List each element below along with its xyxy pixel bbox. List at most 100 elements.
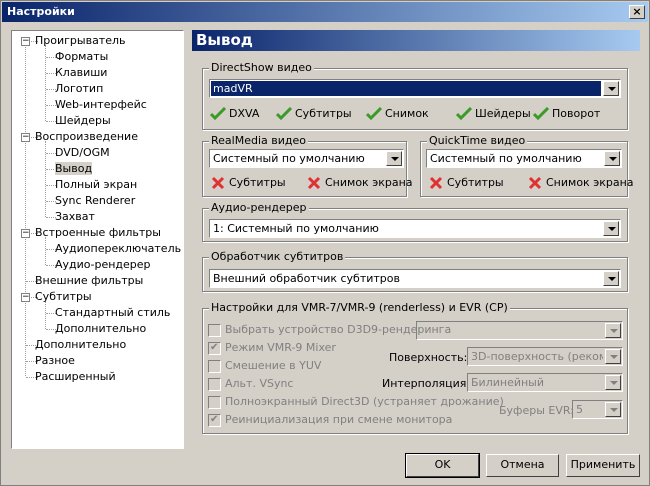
tree-item[interactable]: Стандартный стиль xyxy=(55,305,170,320)
vmr-option[interactable]: Выбрать устройство D3D9-рендеринга xyxy=(208,323,451,337)
checkbox[interactable] xyxy=(208,323,221,337)
tree-item[interactable]: Проигрыватель xyxy=(35,33,126,48)
collapse-icon[interactable]: − xyxy=(21,229,30,238)
tree-item-label: Стандартный стиль xyxy=(55,306,171,319)
tree-item[interactable]: Логотип xyxy=(55,81,103,96)
tree-item[interactable]: Дополнительно xyxy=(35,337,126,352)
vmr-option-label: Полноэкранный Direct3D (устраняет дрожан… xyxy=(225,395,504,408)
check-icon xyxy=(533,107,549,121)
subtitle-handler-select[interactable]: Внешний обработчик субтитров xyxy=(209,269,621,288)
status-directshow-2: Снимок xyxy=(366,106,429,122)
quicktime-select[interactable]: Системный по умолчанию xyxy=(426,149,622,168)
status-directshow-4: Поворот xyxy=(533,106,600,122)
status-label: Шейдеры xyxy=(475,107,531,120)
tree-item-label: Встроенные фильтры xyxy=(35,226,161,239)
settings-tree[interactable]: − Проигрыватель Форматы Клавиши Логотип Web-и… xyxy=(11,30,184,449)
status-directshow-3: Шейдеры xyxy=(456,106,531,122)
status-label: Поворот xyxy=(552,107,601,120)
checkbox[interactable] xyxy=(208,359,221,373)
window-title: Настройки xyxy=(7,5,75,18)
vmr-option[interactable]: Полноэкранный Direct3D (устраняет дрожан… xyxy=(208,395,504,409)
tree-item-label: Аудиопереключатель xyxy=(55,242,182,255)
tree-item[interactable]: Воспроизведение xyxy=(35,129,138,144)
tree-item-label: Дополнительно xyxy=(35,338,127,351)
vmr-option-label: Режим VMR-9 Mixer xyxy=(225,341,336,354)
tree-item[interactable]: Полный экран xyxy=(55,177,137,192)
chevron-down-icon[interactable] xyxy=(604,151,620,166)
status-quicktime-0: Субтитры xyxy=(428,175,504,191)
collapse-icon[interactable]: − xyxy=(21,37,30,46)
apply-button[interactable]: Применить xyxy=(566,454,640,477)
checkbox[interactable] xyxy=(208,413,221,427)
audio-renderer-select[interactable]: 1: Системный по умолчанию xyxy=(209,219,621,238)
tree-item[interactable]: Аудио-рендерер xyxy=(55,257,151,272)
status-label: Снимок экрана xyxy=(546,176,634,189)
tree-root-line xyxy=(25,40,26,376)
vmr-option-label: Выбрать устройство D3D9-рендеринга xyxy=(225,323,452,336)
quicktime-value: Системный по умолчанию xyxy=(430,152,582,165)
tree-item[interactable]: Субтитры xyxy=(35,289,92,304)
evr-buffers-value: 5 xyxy=(576,403,583,416)
tree-item-label: Шейдеры xyxy=(55,114,111,127)
chevron-down-icon[interactable] xyxy=(603,221,619,236)
close-button[interactable]: × xyxy=(629,5,645,19)
vmr-option[interactable]: Смешение в YUV xyxy=(208,359,321,373)
page-header: Вывод xyxy=(192,30,640,51)
collapse-icon[interactable]: − xyxy=(21,293,30,302)
vmr-option[interactable]: Реинициализация при смене монитора xyxy=(208,413,452,427)
surface-select[interactable]: 3D-поверхность (рекомендуется) xyxy=(467,347,623,366)
collapse-icon[interactable]: − xyxy=(21,133,30,142)
tree-item[interactable]: Клавиши xyxy=(55,65,107,80)
tree-item[interactable]: Дополнительно xyxy=(55,321,146,336)
chevron-down-icon[interactable] xyxy=(386,151,402,166)
checkbox[interactable] xyxy=(208,341,221,355)
ok-button[interactable]: OK xyxy=(405,453,480,478)
tree-branch-line xyxy=(45,237,46,265)
settings-window: Настройки × − Проигрыватель Форматы Клавиши… xyxy=(0,0,650,486)
tree-item-label: Захват xyxy=(55,210,95,223)
vmr-option-label: Реинициализация при смене монитора xyxy=(225,413,453,426)
tree-item[interactable]: Sync Renderer xyxy=(55,193,135,208)
vmr-option[interactable]: Режим VMR-9 Mixer xyxy=(208,341,336,355)
chevron-down-icon[interactable] xyxy=(603,81,619,96)
interpolation-value: Билинейный xyxy=(471,376,545,389)
cross-icon xyxy=(211,176,225,190)
tree-item[interactable]: Захват xyxy=(55,209,95,224)
tree-item[interactable]: Расширенный xyxy=(35,369,116,384)
tree-item-label: Аудио-рендерер xyxy=(55,258,151,271)
interpolation-select[interactable]: Билинейный xyxy=(467,373,623,392)
status-quicktime-1: Снимок экрана xyxy=(527,175,634,191)
tree-item-label: Субтитры xyxy=(35,290,92,303)
tree-item[interactable]: Аудиопереключатель xyxy=(55,241,181,256)
status-label: Субтитры xyxy=(229,176,286,189)
chevron-down-icon[interactable] xyxy=(605,375,621,390)
title-bar: Настройки × xyxy=(2,2,648,22)
chevron-down-icon[interactable] xyxy=(605,323,621,338)
vmr-option[interactable]: Альт. VSync xyxy=(208,377,293,391)
tree-item-label: Логотип xyxy=(55,82,104,95)
tree-item[interactable]: Форматы xyxy=(55,49,108,64)
tree-item-label: Внешние фильтры xyxy=(35,274,144,287)
realmedia-select[interactable]: Системный по умолчанию xyxy=(209,149,404,168)
checkbox[interactable] xyxy=(208,377,221,391)
tree-item[interactable]: Вывод xyxy=(55,161,93,176)
tree-item[interactable]: DVD/OGM xyxy=(55,145,110,160)
cross-icon xyxy=(429,176,443,190)
checkbox[interactable] xyxy=(208,395,221,409)
tree-item[interactable]: Разное xyxy=(35,353,75,368)
tree-item-label: Полный экран xyxy=(55,178,138,191)
chevron-down-icon[interactable] xyxy=(603,271,619,286)
tree-item[interactable]: Web-интерфейс xyxy=(55,97,147,112)
directshow-select[interactable]: madVR xyxy=(209,79,621,98)
evr-buffers-select[interactable]: 5 xyxy=(572,400,623,419)
chevron-down-icon[interactable] xyxy=(605,349,621,364)
cross-icon xyxy=(307,176,321,190)
chevron-down-icon[interactable] xyxy=(605,402,621,417)
status-realmedia-0: Субтитры xyxy=(210,175,286,191)
status-directshow-0: DXVA xyxy=(210,106,259,122)
tree-item[interactable]: Встроенные фильтры xyxy=(35,225,161,240)
tree-item-label: DVD/OGM xyxy=(55,146,110,159)
tree-item[interactable]: Внешние фильтры xyxy=(35,273,143,288)
tree-item[interactable]: Шейдеры xyxy=(55,113,111,128)
cancel-button[interactable]: Отмена xyxy=(486,454,559,477)
